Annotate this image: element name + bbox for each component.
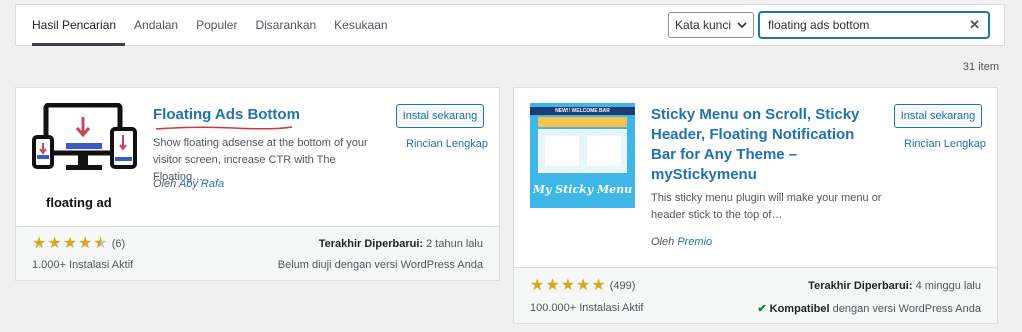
search-input[interactable]: floating ads bottom ✕ [759,12,989,38]
checkmark-icon: ✔ [757,303,767,315]
star-rating: ★ ★ ★ ★ ★ ★ (6) [32,236,125,252]
tab-popular[interactable]: Populer [187,5,246,46]
star-full-icon: ★ [545,277,560,294]
install-now-button[interactable]: Instal sekarang [396,104,484,128]
mock-nav [538,117,627,127]
star-full-icon: ★ [530,277,545,294]
star-full-icon: ★ [560,277,576,294]
star-full-icon: ★ [78,235,93,252]
chevron-down-icon [737,21,747,28]
plugin-title[interactable]: Sticky Menu on Scroll, Sticky Header, Fl… [651,105,876,185]
star-full-icon: ★ [47,235,62,252]
welcome-bar: NEW!! WELCOME BAR [530,107,635,115]
last-updated: Terakhir Diperbarui: 2 tahun lalu [318,238,483,250]
search-area: Kata kunci floating ads bottom ✕ [667,12,989,38]
plugin-icon: floating ad [32,102,137,210]
plugin-icon: NEW!! WELCOME BAR My Sticky Menu [530,103,635,208]
active-installs: 1.000+ Instalasi Aktif [32,259,134,271]
plugin-author: Oleh Aby Rafa [153,178,225,190]
star-full-icon: ★ [32,235,47,252]
plugin-card-footer: ★ ★ ★ ★ ★ ★ (6) 1.000+ Instalasi Aktif Te… [16,226,499,280]
rating-count: (499) [609,280,636,292]
star-half-icon: ★ ★ [93,235,108,252]
mock-content [538,129,627,173]
result-count: 31 item [962,61,999,73]
more-details-link[interactable]: Rincian Lengkap [904,138,986,150]
tab-search-results[interactable]: Hasil Pencarian [32,5,126,46]
icon-caption: My Sticky Menu [532,183,633,196]
search-value: floating ads bottom [768,18,870,32]
tab-featured[interactable]: Andalan [125,5,187,46]
compatibility: Belum diuji dengan versi WordPress Anda [277,259,483,271]
clear-search-icon[interactable]: ✕ [969,17,980,33]
plugin-author: Oleh Premio [651,236,713,248]
filter-bar: Hasil Pencarian Andalan Populer Disarank… [15,4,1005,46]
author-link[interactable]: Premio [677,236,712,248]
plugin-description: This sticky menu plugin will make your m… [651,192,882,221]
icon-caption: floating ad [46,195,112,210]
tab-favorites[interactable]: Kesukaan [325,5,396,46]
star-rating: ★ ★ ★ ★ ★ (499) [530,278,635,294]
search-type-label: Kata kunci [674,18,731,32]
compatibility: ✔ Kompatibel dengan versi WordPress Anda [757,303,981,315]
last-updated: Terakhir Diperbarui: 4 minggu lalu [808,280,981,292]
search-type-select[interactable]: Kata kunci [667,12,754,38]
plugin-card: NEW!! WELCOME BAR My Sticky Menu Sticky … [513,87,998,324]
star-full-icon: ★ [591,277,606,294]
star-full-icon: ★ [62,235,78,252]
devices-icon [32,102,137,170]
more-details-link[interactable]: Rincian Lengkap [406,138,488,150]
plugin-title[interactable]: Floating Ads Bottom [153,105,373,125]
star-full-icon: ★ [576,277,591,294]
plugin-tabs: Hasil Pencarian Andalan Populer Disarank… [32,5,397,46]
author-link[interactable]: Aby Rafa [179,178,224,190]
rating-count: (6) [111,238,126,250]
plugin-card: floating ad Floating Ads Bottom Show flo… [15,87,500,281]
plugin-card-footer: ★ ★ ★ ★ ★ (499) 100.000+ Instalasi Aktif… [514,267,997,323]
tab-recommended[interactable]: Disarankan [246,5,325,46]
install-now-button[interactable]: Instal sekarang [894,104,982,128]
active-installs: 100.000+ Instalasi Aktif [530,302,644,314]
red-underline-annotation [155,126,293,130]
